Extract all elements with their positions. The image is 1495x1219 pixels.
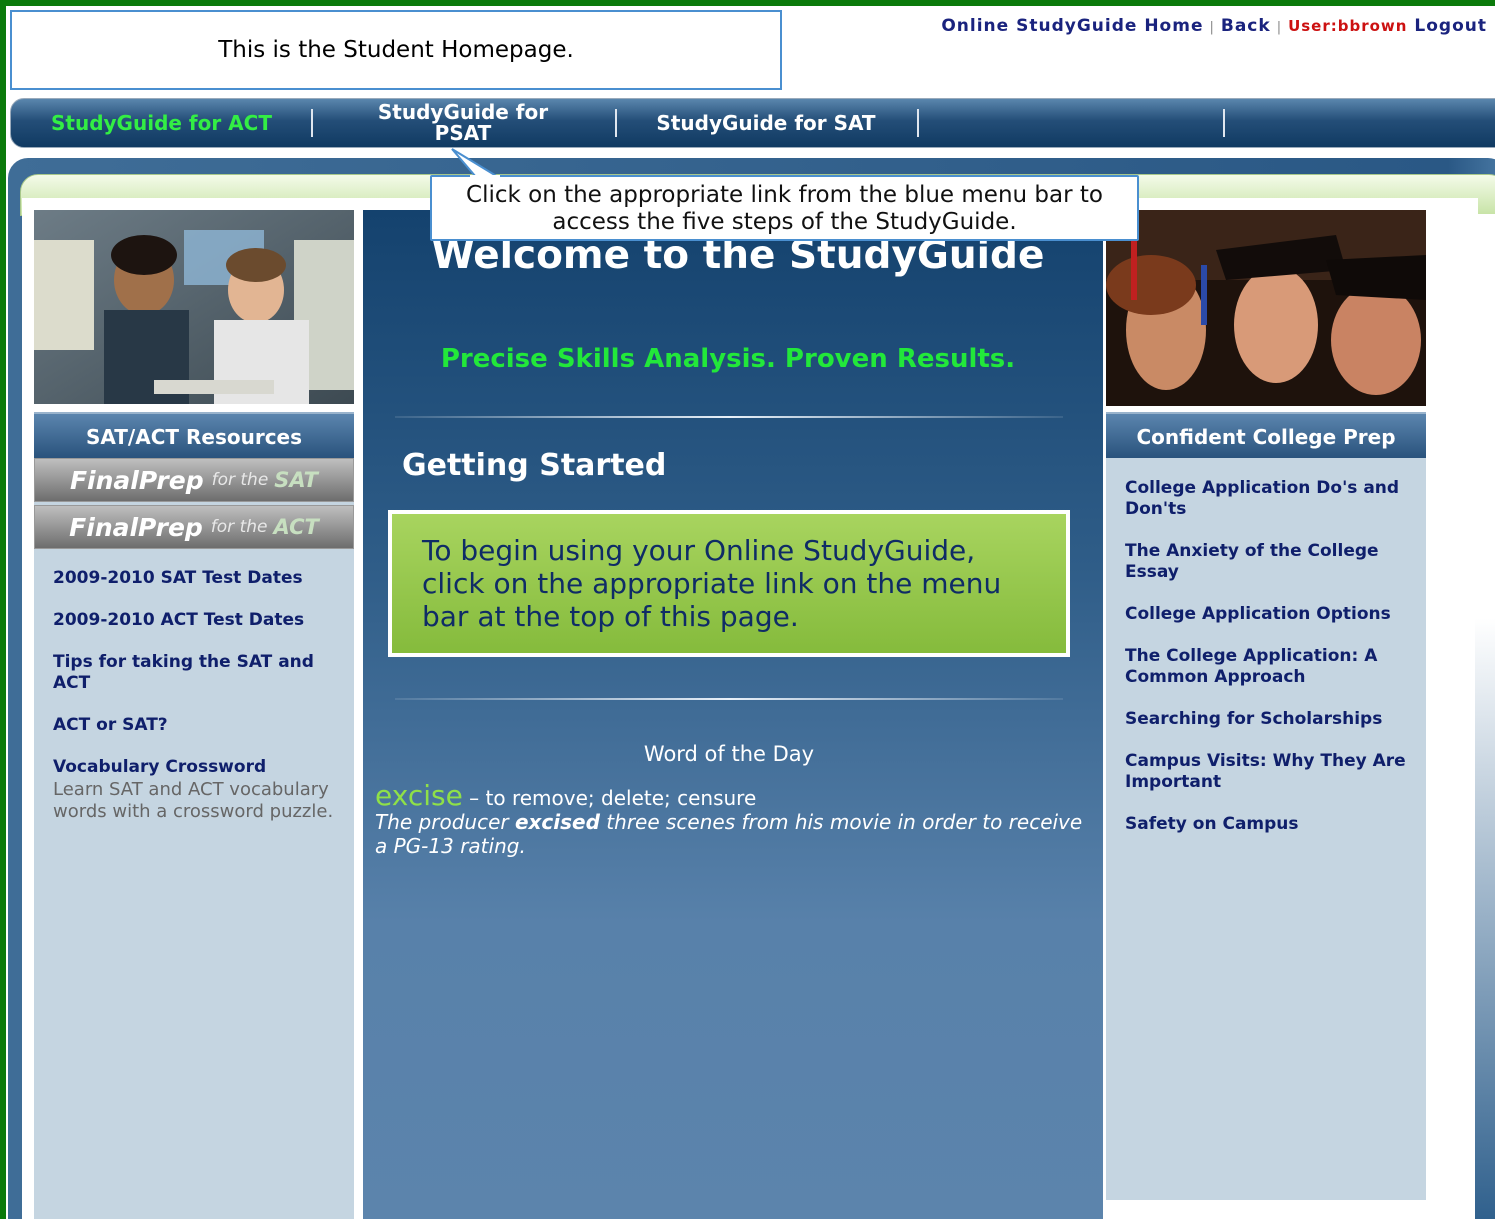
finalprep-for: for the	[210, 517, 268, 537]
left-column: SAT/ACT Resources FinalPrep for the SAT …	[34, 210, 354, 1219]
page: This is the Student Homepage. Online Stu…	[6, 6, 1495, 1219]
getting-started-heading: Getting Started	[402, 448, 667, 483]
word-of-the-day-heading: Word of the Day	[643, 742, 815, 766]
user-label: User:bbrown	[1288, 17, 1408, 35]
finalprep-brand: FinalPrep	[69, 512, 203, 542]
resources-panel-header: SAT/ACT Resources	[34, 412, 354, 460]
divider	[395, 698, 1063, 700]
separator: |	[1276, 20, 1283, 35]
finalprep-act-button[interactable]: FinalPrep for the ACT	[34, 505, 354, 549]
home-link[interactable]: Online StudyGuide Home	[941, 16, 1203, 36]
tooltip-pointer	[451, 148, 500, 179]
students-at-computer-photo	[34, 210, 354, 404]
resources-links: 2009-2010 SAT Test Dates 2009-2010 ACT T…	[53, 568, 348, 823]
nav-divider	[917, 109, 919, 137]
word: excise	[375, 779, 463, 812]
nav-divider	[615, 109, 617, 137]
college-essay-anxiety-link[interactable]: The Anxiety of the College Essay	[1125, 541, 1420, 583]
college-app-options-link[interactable]: College Application Options	[1125, 604, 1420, 625]
crossword-description: Learn SAT and ACT vocabulary words with …	[53, 779, 334, 822]
right-column: Confident College Prep College Applicati…	[1106, 210, 1426, 1219]
back-link[interactable]: Back	[1221, 16, 1271, 36]
college-prep-panel-header: Confident College Prep	[1106, 412, 1426, 460]
logout-link[interactable]: Logout	[1414, 16, 1487, 36]
sat-test-dates-link[interactable]: 2009-2010 SAT Test Dates	[53, 568, 348, 589]
top-links: Online StudyGuide Home | Back | User:bbrown …	[941, 16, 1487, 36]
act-test-dates-link[interactable]: 2009-2010 ACT Test Dates	[53, 610, 348, 631]
nav-studyguide-act[interactable]: StudyGuide for ACT	[29, 99, 294, 147]
finalprep-for: for the	[211, 470, 269, 490]
right-edge-strip	[1475, 214, 1495, 1219]
separator: |	[1209, 20, 1215, 35]
main-menu-bar: StudyGuide for ACT StudyGuide for PSAT S…	[10, 98, 1495, 148]
page-banner: This is the Student Homepage.	[10, 10, 782, 90]
common-approach-link[interactable]: The College Application: A Common Approa…	[1125, 646, 1420, 688]
sat-act-tips-link[interactable]: Tips for taking the SAT and ACT	[53, 652, 348, 694]
word-of-the-day: excise – to remove; delete; censure The …	[375, 782, 1085, 859]
divider	[395, 416, 1063, 418]
act-or-sat-link[interactable]: ACT or SAT?	[53, 715, 348, 736]
finalprep-test: ACT	[273, 515, 319, 539]
nav-divider	[311, 109, 313, 137]
definition: – to remove; delete; censure	[462, 786, 757, 810]
vocabulary-crossword-link[interactable]: Vocabulary Crossword	[53, 757, 348, 778]
example-bold: excised	[514, 810, 600, 834]
banner-text: This is the Student Homepage.	[218, 37, 574, 63]
instructions-box: To begin using your Online StudyGuide, c…	[388, 510, 1070, 657]
resources-panel-body: FinalPrep for the SAT FinalPrep for the …	[34, 458, 354, 1219]
nav-divider	[1223, 109, 1225, 137]
nav-studyguide-psat[interactable]: StudyGuide for PSAT	[363, 99, 563, 147]
finalprep-brand: FinalPrep	[69, 465, 204, 495]
campus-safety-link[interactable]: Safety on Campus	[1125, 814, 1420, 835]
instruction-tooltip: Click on the appropriate link from the b…	[430, 175, 1139, 241]
center-panel: Welcome to the StudyGuide Precise Skills…	[363, 210, 1103, 1219]
finalprep-sat-button[interactable]: FinalPrep for the SAT	[34, 458, 354, 502]
college-prep-links: College Application Do's and Don'ts The …	[1125, 478, 1420, 856]
tagline: Precise Skills Analysis. Proven Results.	[440, 344, 1016, 374]
example-pre: The producer	[375, 810, 515, 834]
college-app-dos-donts-link[interactable]: College Application Do's and Don'ts	[1125, 478, 1420, 520]
campus-visits-link[interactable]: Campus Visits: Why They Are Important	[1125, 751, 1420, 793]
graduates-photo	[1106, 210, 1426, 406]
scholarships-link[interactable]: Searching for Scholarships	[1125, 709, 1420, 730]
finalprep-test: SAT	[274, 468, 318, 492]
nav-studyguide-sat[interactable]: StudyGuide for SAT	[636, 99, 896, 147]
